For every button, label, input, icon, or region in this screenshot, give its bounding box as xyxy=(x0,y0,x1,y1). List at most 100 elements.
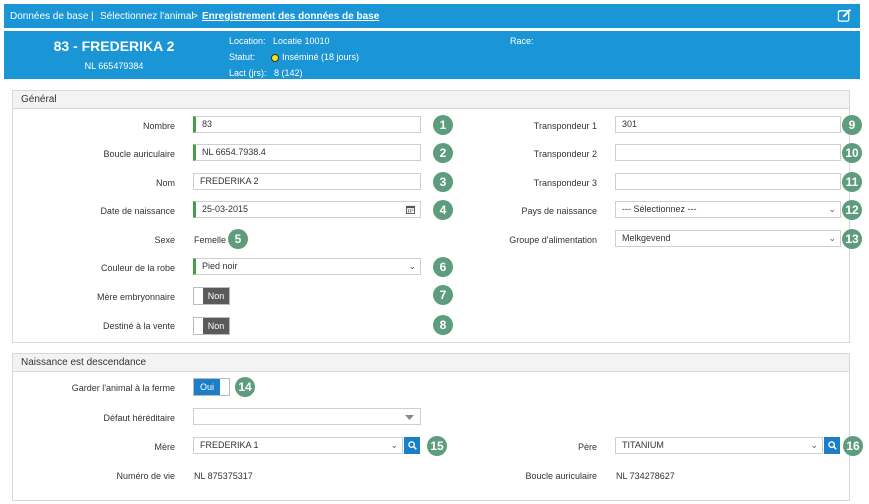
location-label: Location: xyxy=(229,36,266,46)
animal-title: 83 - FREDERIKA 2 xyxy=(53,38,175,54)
pere-search-button[interactable] xyxy=(824,437,840,454)
couleur-label: Couleur de la robe xyxy=(100,263,175,273)
race-label: Race: xyxy=(510,36,534,46)
birth-section-header: Naissance est descendance xyxy=(13,354,849,372)
badge-4: 4 xyxy=(433,200,453,220)
transpondeur2-label: Transpondeur 2 xyxy=(533,149,597,159)
badge-6: 6 xyxy=(433,257,453,277)
chevron-down-icon: ⌄ xyxy=(828,233,836,243)
edit-icon[interactable] xyxy=(837,8,852,23)
destine-toggle[interactable]: Non xyxy=(193,317,230,335)
defaut-select[interactable] xyxy=(193,408,421,425)
date-input[interactable]: 25-03-2015 xyxy=(193,201,421,218)
badge-9: 9 xyxy=(842,115,862,135)
top-bar: Données de base | Sélectionnez l'animal … xyxy=(4,4,860,28)
search-icon xyxy=(828,441,837,450)
badge-5: 5 xyxy=(228,229,248,249)
transpondeur2-input[interactable] xyxy=(615,144,841,161)
animal-id: NL 665479384 xyxy=(84,61,144,71)
groupe-value: Melkgevend xyxy=(622,233,671,243)
pays-value: --- Sélectionnez --- xyxy=(622,204,697,214)
badge-14: 14 xyxy=(235,377,255,397)
chevron-down-icon: ⌄ xyxy=(390,440,398,450)
transpondeur3-label: Transpondeur 3 xyxy=(533,178,597,188)
search-icon xyxy=(408,441,417,450)
boucle-pere-label: Boucle auriculaire xyxy=(525,471,597,481)
lact-value: 8 (142) xyxy=(274,68,303,78)
calendar-icon[interactable] xyxy=(406,205,415,214)
transpondeur1-input[interactable]: 301 xyxy=(615,116,841,133)
mere-embryo-value: Non xyxy=(203,288,229,304)
badge-15: 15 xyxy=(427,436,447,456)
nom-input[interactable]: FREDERIKA 2 xyxy=(193,173,421,190)
couleur-select[interactable]: Pied noir ⌄ xyxy=(193,258,421,275)
numero-label: Numéro de vie xyxy=(116,471,175,481)
animal-header: 83 - FREDERIKA 2 NL 665479384 Location: … xyxy=(4,31,860,79)
boucle-input[interactable]: NL 6654.7938.4 xyxy=(193,144,421,161)
boucle-pere-value: NL 734278627 xyxy=(616,471,675,481)
sexe-label: Sexe xyxy=(154,235,175,245)
chevron-down-icon: ⌄ xyxy=(408,261,416,271)
caret-down-icon xyxy=(405,415,414,420)
pays-label: Pays de naissance xyxy=(521,206,597,216)
badge-10: 10 xyxy=(842,143,862,163)
status-value-wrap: Inséminé (18 jours) xyxy=(271,52,359,62)
status-dot-icon xyxy=(271,53,279,62)
badge-2: 2 xyxy=(433,143,453,163)
badge-16: 16 xyxy=(843,436,863,456)
pere-select[interactable]: TITANIUM ⌄ xyxy=(615,437,823,454)
boucle-label: Boucle auriculaire xyxy=(103,149,175,159)
mere-label: Mère xyxy=(154,442,175,452)
destine-value: Non xyxy=(203,318,229,334)
mere-embryo-label: Mère embryonnaire xyxy=(96,292,175,302)
badge-13: 13 xyxy=(842,229,862,249)
badge-3: 3 xyxy=(433,172,453,192)
badge-11: 11 xyxy=(842,172,862,192)
groupe-label: Groupe d'alimentation xyxy=(509,235,597,245)
date-value: 25-03-2015 xyxy=(202,204,249,214)
date-label: Date de naissance xyxy=(100,206,175,216)
badge-7: 7 xyxy=(433,285,453,305)
breadcrumb-select-animal[interactable]: Sélectionnez l'animal xyxy=(100,11,194,22)
breadcrumb-current: Enregistrement des données de base xyxy=(202,11,380,22)
lact-label: Lact (jrs): xyxy=(229,68,267,78)
nombre-input[interactable]: 83 xyxy=(193,116,421,133)
couleur-value: Pied noir xyxy=(202,261,238,271)
breadcrumb-separator: | xyxy=(91,11,94,22)
breadcrumb-base-data[interactable]: Données de base xyxy=(10,11,88,22)
toggle-knob xyxy=(194,288,203,304)
transpondeur1-label: Transpondeur 1 xyxy=(533,121,597,131)
birth-section-title: Naissance est descendance xyxy=(21,357,147,368)
sexe-value: Femelle xyxy=(194,235,227,245)
groupe-select[interactable]: Melkgevend ⌄ xyxy=(615,230,841,247)
garder-value: Oui xyxy=(194,379,220,395)
nom-label: Nom xyxy=(155,178,175,188)
mere-value: FREDERIKA 1 xyxy=(200,440,259,450)
toggle-knob xyxy=(220,379,229,395)
pere-label: Père xyxy=(577,442,597,452)
breadcrumb-arrow: > xyxy=(192,11,198,22)
pere-value: TITANIUM xyxy=(622,440,664,450)
mere-embryo-toggle[interactable]: Non xyxy=(193,287,230,305)
pays-select[interactable]: --- Sélectionnez --- ⌄ xyxy=(615,201,841,218)
status-label: Statut: xyxy=(229,52,256,62)
badge-12: 12 xyxy=(842,200,862,220)
general-section-header: Général xyxy=(13,91,849,109)
numero-value: NL 875375317 xyxy=(194,471,253,481)
badge-8: 8 xyxy=(433,315,453,335)
nombre-label: Nombre xyxy=(142,121,175,131)
chevron-down-icon: ⌄ xyxy=(828,204,836,214)
toggle-knob xyxy=(194,318,203,334)
destine-label: Destiné à la vente xyxy=(102,321,175,331)
garder-toggle[interactable]: Oui xyxy=(193,378,230,396)
badge-1: 1 xyxy=(433,115,453,135)
mere-select[interactable]: FREDERIKA 1 ⌄ xyxy=(193,437,403,454)
garder-label: Garder l'animal à la ferme xyxy=(71,383,175,393)
general-section-title: Général xyxy=(21,94,57,105)
transpondeur3-input[interactable] xyxy=(615,173,841,190)
status-value: Inséminé (18 jours) xyxy=(282,52,360,62)
mere-search-button[interactable] xyxy=(404,437,420,454)
chevron-down-icon: ⌄ xyxy=(810,440,818,450)
location-value: Locatie 10010 xyxy=(273,36,330,46)
defaut-label: Défaut héréditaire xyxy=(103,413,175,423)
